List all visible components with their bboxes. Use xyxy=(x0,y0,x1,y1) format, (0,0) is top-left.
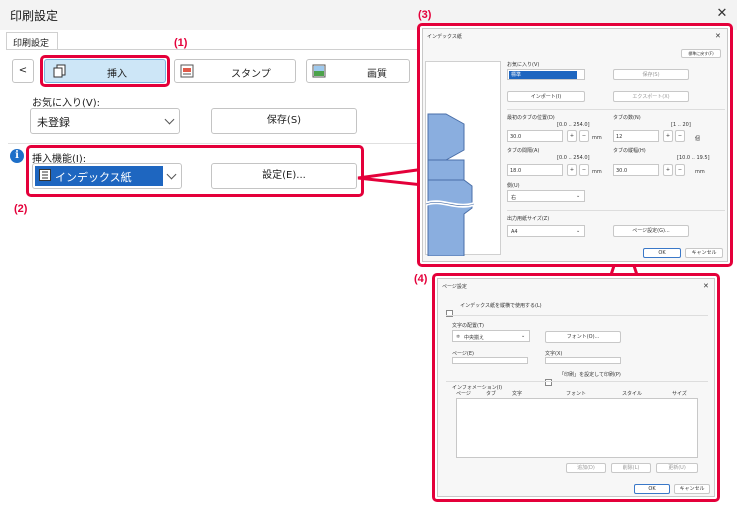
tab-height-range: [10.0 .. 19.5] xyxy=(677,155,710,161)
tab-height-plus-button[interactable]: + xyxy=(663,164,673,176)
divider xyxy=(446,315,708,316)
tab-count-label: タブの数(N) xyxy=(613,115,641,121)
first-tab-position-unit: mm xyxy=(592,135,602,141)
index-dialog-title: インデックス紙 xyxy=(427,34,462,40)
tab-spacing-unit: mm xyxy=(592,169,602,175)
index-save-button[interactable]: 保存(S) xyxy=(613,69,689,80)
index-preview xyxy=(425,61,501,257)
chevron-down-icon: ⌄ xyxy=(521,333,526,339)
tab-spacing-label: タブの間隔(A) xyxy=(507,148,540,154)
column-header: 文字 xyxy=(512,391,523,397)
tab-spacing-minus-button[interactable]: − xyxy=(579,164,589,176)
tab-spacing-plus-button[interactable]: + xyxy=(567,164,577,176)
delete-button[interactable]: 削除(L) xyxy=(611,463,651,473)
align-center-icon: ≑ xyxy=(456,334,461,340)
index-ok-button[interactable]: OK xyxy=(643,248,681,258)
index-cancel-button[interactable]: キャンセル xyxy=(685,248,723,258)
page-label: ページ(E) xyxy=(452,351,474,357)
use-template-checkbox[interactable]: インデックス紙を縦横で使用する(L) xyxy=(446,302,542,321)
tab-count-plus-button[interactable]: + xyxy=(663,130,673,142)
divider xyxy=(446,381,708,382)
column-header: フォント xyxy=(566,391,587,397)
callout-label-4: (4) xyxy=(414,273,428,285)
tab-count-minus-button[interactable]: − xyxy=(675,130,685,142)
page-input[interactable] xyxy=(452,357,528,364)
tab-height-input[interactable]: 30.0 xyxy=(613,164,659,176)
output-size-label: 出力用紙サイズ(Z) xyxy=(507,216,550,222)
first-tab-position-input[interactable]: 30.0 xyxy=(507,130,563,142)
text-align-label: 文字の配置(T) xyxy=(452,323,484,329)
page-dialog-title: ページ設定 xyxy=(442,284,467,290)
text-label: 文字(X) xyxy=(545,351,563,357)
side-select[interactable]: 右 ⌄ xyxy=(507,190,585,202)
first-tab-position-label: 最初のタブの位置(D) xyxy=(507,115,555,121)
index-favorites-value: 標準 xyxy=(511,72,522,78)
chevron-down-icon: ⌄ xyxy=(576,193,581,199)
first-tab-position-minus-button[interactable]: − xyxy=(579,130,589,142)
side-value: 右 xyxy=(511,195,517,201)
text-align-value: 中央揃え xyxy=(464,335,485,341)
index-preview-graphic xyxy=(425,113,475,257)
tab-count-unit: 個 xyxy=(695,136,701,142)
export-button[interactable]: エクスポート(X) xyxy=(613,91,689,102)
info-table-header: ページ タブ 文字 フォント スタイル サイズ xyxy=(456,390,700,398)
chevron-down-icon: ⌄ xyxy=(576,228,581,234)
column-header: ページ xyxy=(456,391,471,397)
tab-spacing-input[interactable]: 18.0 xyxy=(507,164,563,176)
tab-spacing-range: [0.0 .. 254.0] xyxy=(557,155,590,161)
close-icon[interactable]: ✕ xyxy=(715,32,721,40)
divider xyxy=(507,210,725,211)
text-align-select[interactable]: ≑ 中央揃え ⌄ xyxy=(452,330,530,342)
first-tab-position-range: [0.0 .. 254.0] xyxy=(557,122,590,128)
tab-count-input[interactable]: 12 xyxy=(613,130,659,142)
output-size-select[interactable]: A4 ⌄ xyxy=(507,225,585,237)
column-header: タブ xyxy=(486,391,497,397)
update-button[interactable]: 更新(U) xyxy=(656,463,698,473)
import-button[interactable]: インポート(I) xyxy=(507,91,585,102)
page-settings-dialog: ページ設定 ✕ インデックス紙を縦横で使用する(L) 文字の配置(T) ≑ 中央… xyxy=(437,278,715,497)
font-button[interactable]: フォント(O)... xyxy=(545,331,621,343)
page-cancel-button[interactable]: キャンセル xyxy=(674,484,710,494)
tab-height-label: タブの縦幅(H) xyxy=(613,148,646,154)
first-tab-position-plus-button[interactable]: + xyxy=(567,130,577,142)
callout-label-3: (3) xyxy=(418,9,432,21)
output-size-value: A4 xyxy=(511,229,518,235)
reset-defaults-button[interactable]: 標準に戻す(F) xyxy=(681,49,721,58)
tab-height-minus-button[interactable]: − xyxy=(675,164,685,176)
side-label: 側(U) xyxy=(507,183,520,189)
text-input[interactable] xyxy=(545,357,621,364)
column-header: スタイル xyxy=(622,391,643,397)
index-favorites-select[interactable]: 標準 xyxy=(507,69,585,80)
page-ok-button[interactable]: OK xyxy=(634,484,670,494)
use-template-label: インデックス紙を縦横で使用する(L) xyxy=(460,303,542,309)
tab-count-range: [1 .. 20] xyxy=(671,122,691,128)
tab-height-unit: mm xyxy=(695,169,705,175)
divider xyxy=(507,109,725,110)
page-settings-button[interactable]: ページ設定(G)... xyxy=(613,225,689,237)
info-table[interactable] xyxy=(456,398,698,458)
edit-shortcut-label: 「印刷」を設定して印刷(P) xyxy=(559,372,621,378)
add-button[interactable]: 追加(D) xyxy=(566,463,606,473)
index-paper-dialog: インデックス紙 ✕ 標準に戻す(F) お気に入り(V) 標準 保存(S) インポ… xyxy=(422,28,728,262)
column-header: サイズ xyxy=(672,391,687,397)
close-icon[interactable]: ✕ xyxy=(703,282,709,290)
index-favorites-label: お気に入り(V) xyxy=(507,62,540,68)
